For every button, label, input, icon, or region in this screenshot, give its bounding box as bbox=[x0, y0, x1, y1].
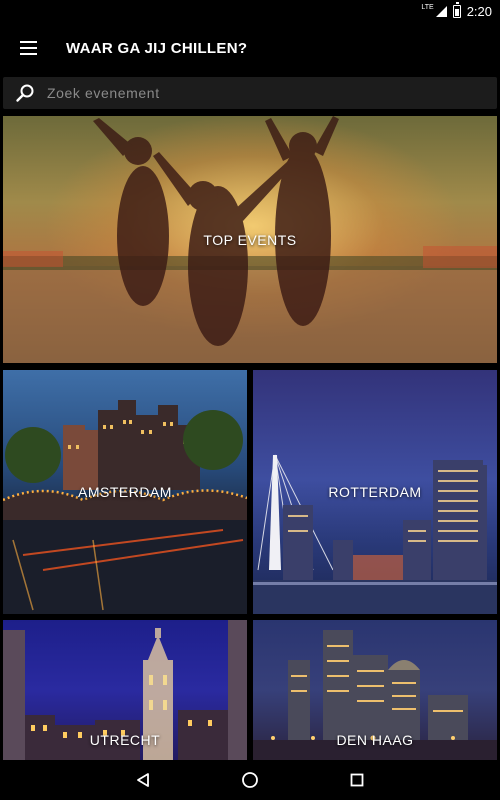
signal-indicator: LTE bbox=[421, 3, 447, 17]
status-time: 2:20 bbox=[466, 3, 492, 19]
tile-top-events[interactable]: TOP EVENTS bbox=[3, 116, 497, 363]
tile-amsterdam[interactable]: AMSTERDAM bbox=[3, 370, 247, 614]
home-circle-icon[interactable] bbox=[230, 760, 270, 800]
search-icon[interactable] bbox=[3, 77, 47, 109]
recents-square-icon[interactable] bbox=[337, 760, 377, 800]
battery-icon bbox=[452, 1, 461, 18]
search-input[interactable] bbox=[47, 77, 497, 109]
hamburger-menu-icon[interactable] bbox=[0, 22, 56, 74]
tile-label: AMSTERDAM bbox=[78, 484, 172, 500]
system-nav-bar bbox=[0, 760, 500, 800]
signal-icon bbox=[435, 5, 447, 17]
status-bar: LTE 2:20 bbox=[0, 0, 500, 22]
back-triangle-icon[interactable] bbox=[123, 760, 163, 800]
tile-label: DEN HAAG bbox=[336, 732, 414, 748]
tile-rotterdam[interactable]: ROTTERDAM bbox=[253, 370, 497, 614]
tile-den-haag[interactable]: DEN HAAG bbox=[253, 620, 497, 760]
tile-label: ROTTERDAM bbox=[328, 484, 422, 500]
app-bar: WAAR GA JIJ CHILLEN? bbox=[0, 22, 500, 74]
page-title: WAAR GA JIJ CHILLEN? bbox=[66, 39, 248, 57]
network-type: LTE bbox=[421, 3, 434, 11]
tile-label: UTRECHT bbox=[89, 732, 161, 748]
search-bar[interactable] bbox=[3, 77, 497, 109]
tile-utrecht[interactable]: UTRECHT bbox=[3, 620, 247, 760]
tile-label: TOP EVENTS bbox=[203, 231, 297, 248]
